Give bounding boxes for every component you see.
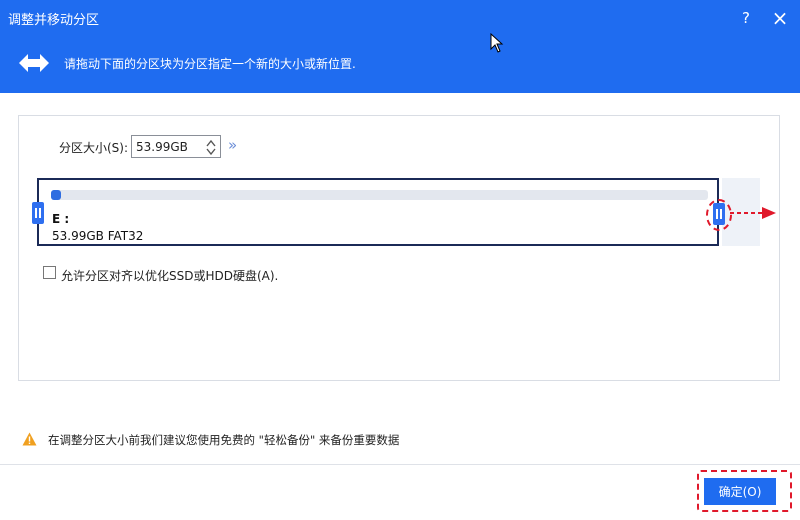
backup-warning-text: 在调整分区大小前我们建议您使用免费的 "轻松备份" 来备份重要数据 [48,433,400,447]
ok-button[interactable]: 确定(O) [704,478,776,505]
partition-size-stepper[interactable] [131,135,221,158]
info-banner: 请拖动下面的分区块为分区指定一个新的大小或新位置. [0,36,800,93]
partition-usage-bar [51,190,708,200]
partition-size-label: 分区大小(S): [59,141,129,155]
close-button[interactable]: × [768,6,792,30]
banner-text: 请拖动下面的分区块为分区指定一个新的大小或新位置. [64,57,356,71]
partition-size-input[interactable] [136,139,202,155]
footer-divider [0,464,800,465]
right-resize-handle[interactable] [713,203,725,225]
window-title: 调整并移动分区 [8,13,100,28]
partition-usage-fill [51,190,61,200]
mouse-cursor-icon [490,33,504,53]
left-right-arrow-icon [19,54,49,72]
align-checkbox-label[interactable]: 允许分区对齐以优化SSD或HDD硬盘(A). [61,267,278,284]
partition-letter: E : [52,212,70,226]
title-bar: 调整并移动分区 ? × [0,0,800,36]
expand-chevron-icon[interactable]: » [228,136,237,154]
spin-up-icon[interactable] [206,139,216,147]
partition-details: 53.99GB FAT32 [52,229,144,243]
left-resize-handle[interactable] [32,202,44,224]
warning-icon [22,432,37,446]
help-button[interactable]: ? [734,6,758,30]
align-checkbox[interactable] [43,266,56,279]
drag-arrow-icon [730,207,776,219]
spin-down-icon[interactable] [206,148,216,156]
